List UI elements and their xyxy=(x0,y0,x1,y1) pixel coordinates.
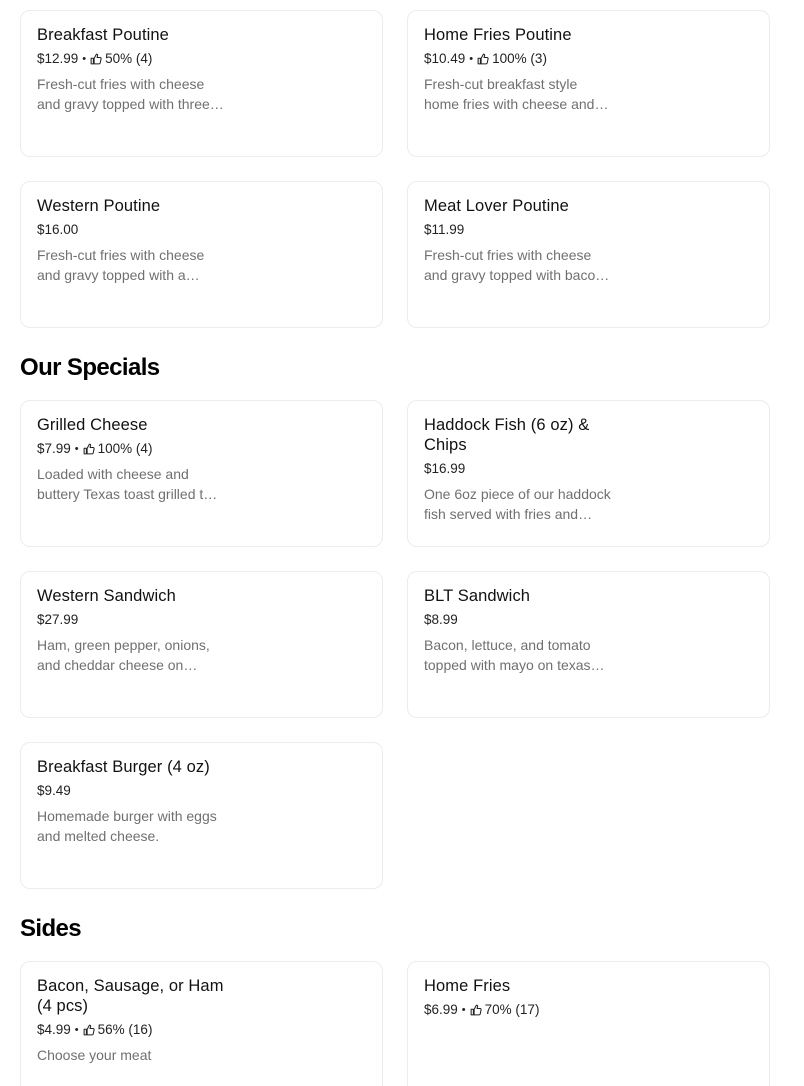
item-price: $10.49 xyxy=(424,51,466,66)
item-meta: $8.99 xyxy=(424,611,624,629)
item-rating: 50% (4) xyxy=(105,51,153,66)
item-description: Fresh-cut fries with cheese and gravy to… xyxy=(37,247,205,283)
menu-item-breakfast-burger[interactable]: Breakfast Burger (4 oz) $9.49 Homemade b… xyxy=(20,742,383,889)
item-price: $12.99 xyxy=(37,51,79,66)
item-name: Haddock Fish (6 oz) & Chips xyxy=(424,416,590,454)
menu-item-home-fries-poutine[interactable]: Home Fries Poutine $10.49 • 100% (3) Fre… xyxy=(407,10,770,157)
menu-item-home-fries[interactable]: Home Fries $6.99 • 70% (17) xyxy=(407,961,770,1086)
item-rating: 70% (17) xyxy=(484,1002,540,1017)
item-meta: $12.99 • 50% (4) xyxy=(37,50,237,68)
item-price: $6.99 xyxy=(424,1002,458,1017)
menu-item-blt-sandwich[interactable]: BLT Sandwich $8.99 Bacon, lettuce, and t… xyxy=(407,571,770,718)
item-name: Breakfast Poutine xyxy=(37,26,169,44)
item-name: BLT Sandwich xyxy=(424,587,531,605)
item-meta: $16.00 xyxy=(37,221,237,239)
item-price: $4.99 xyxy=(37,1022,71,1037)
menu-page: Breakfast Poutine $12.99 • 50% (4) Fresh… xyxy=(0,0,804,1086)
item-description: Fresh-cut fries with cheese and gravy to… xyxy=(424,247,607,283)
item-description: One 6oz piece of our haddock fish served… xyxy=(424,486,611,522)
item-name: Meat Lover Poutine xyxy=(424,197,569,215)
item-meta: $9.49 xyxy=(37,782,237,800)
item-description: Ham, green pepper, onions, and cheddar c… xyxy=(37,637,210,673)
item-name: Home Fries xyxy=(424,977,511,995)
item-description: Homemade burger with eggs and melted che… xyxy=(37,808,217,844)
menu-item-grilled-cheese[interactable]: Grilled Cheese $7.99 • 100% (4) Loaded w… xyxy=(20,400,383,547)
item-name: Western Poutine xyxy=(37,197,161,215)
separator-dot: • xyxy=(461,1004,466,1016)
separator-dot: • xyxy=(74,1024,79,1036)
item-price: $8.99 xyxy=(424,612,458,627)
item-name: Bacon, Sausage, or Ham (4 pcs) xyxy=(37,977,224,1015)
menu-item-meat-lover-poutine[interactable]: Meat Lover Poutine $11.99 Fresh-cut frie… xyxy=(407,181,770,328)
item-price: $7.99 xyxy=(37,441,71,456)
thumbs-up-icon xyxy=(90,53,102,65)
item-price: $16.99 xyxy=(424,461,466,476)
item-meta: $11.99 xyxy=(424,221,624,239)
menu-item-bacon-sausage-ham[interactable]: Bacon, Sausage, or Ham (4 pcs) $4.99 • 5… xyxy=(20,961,383,1086)
item-meta: $27.99 xyxy=(37,611,237,629)
item-name: Breakfast Burger (4 oz) xyxy=(37,758,210,776)
item-name: Grilled Cheese xyxy=(37,416,148,434)
menu-item-western-sandwich[interactable]: Western Sandwich $27.99 Ham, green peppe… xyxy=(20,571,383,718)
item-rating: 100% (4) xyxy=(97,441,153,456)
separator-dot: • xyxy=(74,443,79,455)
item-meta: $7.99 • 100% (4) xyxy=(37,440,237,458)
item-price: $9.49 xyxy=(37,783,71,798)
item-meta: $6.99 • 70% (17) xyxy=(424,1001,624,1019)
thumbs-up-icon xyxy=(83,443,95,455)
item-rating: 56% (16) xyxy=(97,1022,153,1037)
item-meta: $4.99 • 56% (16) xyxy=(37,1021,237,1039)
item-price: $16.00 xyxy=(37,222,79,237)
item-description: Bacon, lettuce, and tomato topped with m… xyxy=(424,637,591,673)
thumbs-up-icon xyxy=(470,1004,482,1016)
item-meta: $10.49 • 100% (3) xyxy=(424,50,624,68)
item-meta: $16.99 xyxy=(424,460,616,478)
item-description: Fresh-cut fries with cheese and gravy to… xyxy=(37,76,210,112)
item-description: Choose your meat xyxy=(37,1047,152,1063)
thumbs-up-icon xyxy=(83,1024,95,1036)
separator-dot: • xyxy=(469,53,474,65)
item-description: Loaded with cheese and buttery Texas toa… xyxy=(37,466,212,502)
item-description: Fresh-cut breakfast style home fries wit… xyxy=(424,76,595,112)
separator-dot: • xyxy=(82,53,87,65)
item-rating: 100% (3) xyxy=(492,51,547,66)
item-price: $11.99 xyxy=(424,222,465,237)
menu-item-haddock-fish-chips[interactable]: Haddock Fish (6 oz) & Chips $16.99 One 6… xyxy=(407,400,770,547)
menu-item-western-poutine[interactable]: Western Poutine $16.00 Fresh-cut fries w… xyxy=(20,181,383,328)
item-name: Home Fries Poutine xyxy=(424,26,572,44)
section-title-sides: Sides xyxy=(20,915,82,942)
thumbs-up-icon xyxy=(477,53,489,65)
section-title-our-specials: Our Specials xyxy=(20,354,160,381)
item-name: Western Sandwich xyxy=(37,587,176,605)
item-price: $27.99 xyxy=(37,612,79,627)
menu-item-breakfast-poutine[interactable]: Breakfast Poutine $12.99 • 50% (4) Fresh… xyxy=(20,10,383,157)
